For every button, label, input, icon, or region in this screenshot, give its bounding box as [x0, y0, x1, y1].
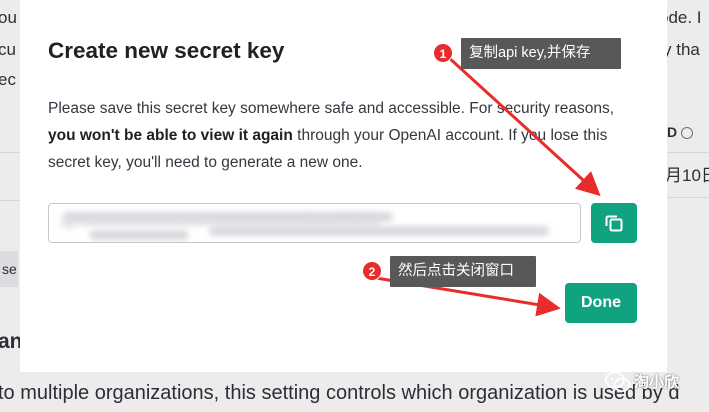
- wechat-icon: [605, 371, 631, 392]
- annotation-label-1: 复制api key,并保存: [461, 38, 621, 69]
- annotation-arrow-1: [445, 54, 601, 197]
- annotation-label-2: 然后点击关闭窗口: [390, 256, 536, 287]
- watermark-text: 淘小欣: [634, 374, 680, 391]
- annotation-number-2: 2: [362, 261, 382, 281]
- annotation-number-1: 1: [433, 43, 453, 63]
